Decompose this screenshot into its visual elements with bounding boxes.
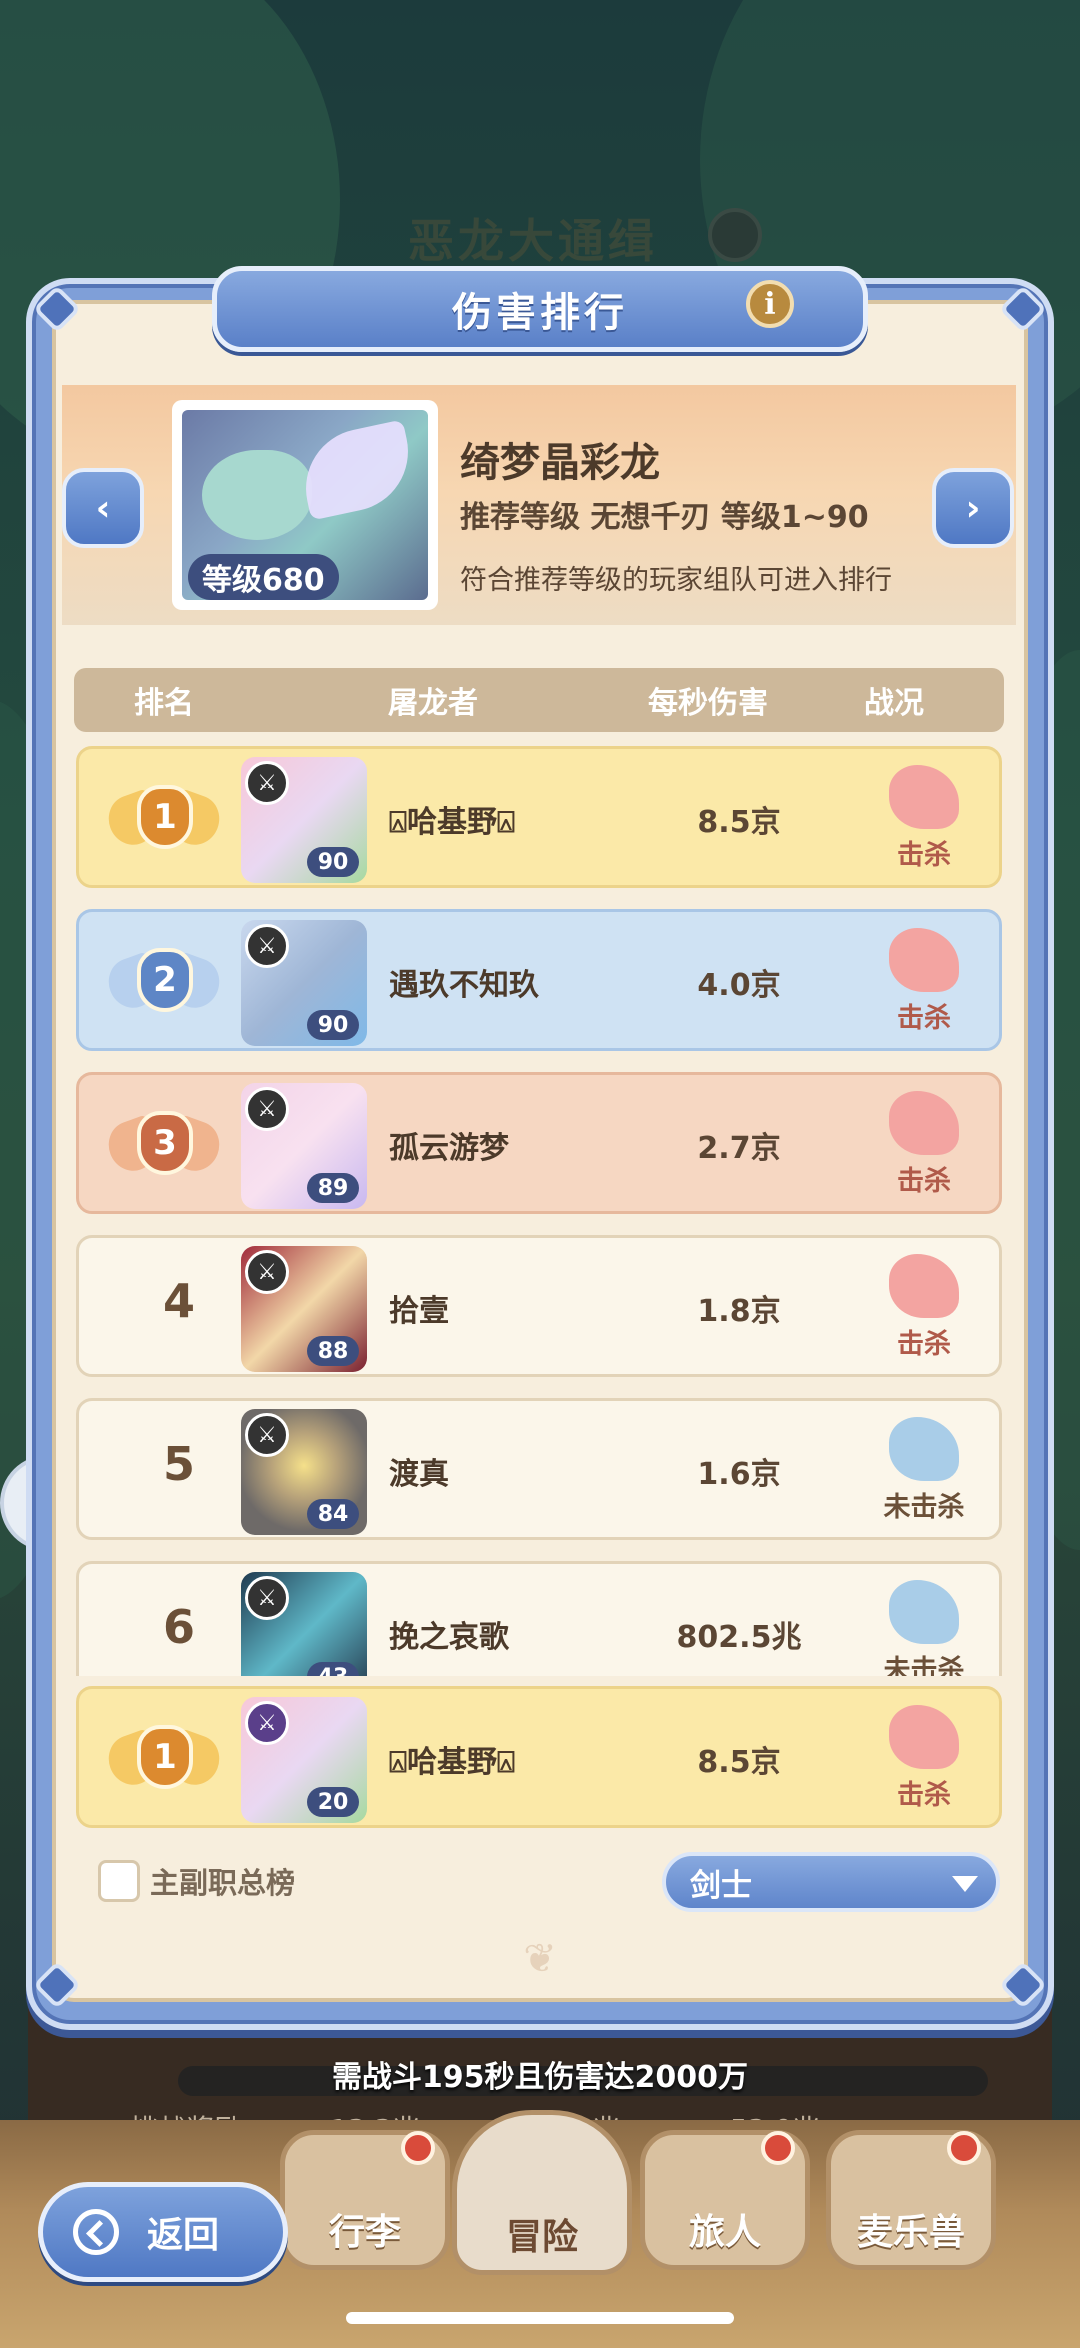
avatar[interactable]: ⚔ 88 [241, 1246, 367, 1372]
player-name: 挽之哀歌 [389, 1620, 509, 1655]
player-level: 20 [307, 1787, 359, 1817]
battle-status: 击杀 [849, 922, 999, 1044]
sword-class-icon: ⚔ [245, 761, 289, 805]
sword-class-icon: ⚔ [245, 1576, 289, 1620]
dragon-slain-icon [889, 1254, 959, 1318]
cat-ornament-icon: ❦ [523, 1936, 557, 1982]
player-name: 拾壹 [389, 1294, 449, 1329]
player-name: 渡真 [389, 1457, 449, 1492]
player-level: 90 [307, 1010, 359, 1040]
dragon-slain-icon [889, 928, 959, 992]
ranking-row[interactable]: 3 ⚔ 89 孤云游梦 2.7京 击杀 [76, 1072, 1002, 1214]
nav-label: 旅人 [688, 2212, 761, 2253]
nav-adventure[interactable]: 冒险 [452, 2110, 632, 2275]
dragon-slain-icon [889, 1091, 959, 1155]
nav-pets[interactable]: 麦乐兽 [826, 2130, 996, 2270]
ranking-row[interactable]: 5 ⚔ 84 渡真 1.6京 未击杀 [76, 1398, 1002, 1540]
avatar[interactable]: ⚔ 90 [241, 920, 367, 1046]
status-label: 击杀 [897, 1003, 951, 1034]
player-level: 90 [307, 847, 359, 877]
avatar[interactable]: ⚔ 90 [241, 757, 367, 883]
back-arrow-icon [73, 2209, 119, 2255]
avatar[interactable]: ⚔ 89 [241, 1083, 367, 1209]
main-sub-class-checkbox[interactable] [98, 1860, 140, 1902]
nav-luggage[interactable]: 行李 [280, 2130, 450, 2270]
class-select-dropdown[interactable]: 剑士 [662, 1852, 1000, 1912]
avatar[interactable]: ⚔ 20 [241, 1697, 367, 1823]
class-select-value: 剑士 [690, 1867, 752, 1904]
sword-class-icon: ⚔ [245, 1413, 289, 1457]
hint-text: 需战斗195秒且伤害达2000万 [331, 2060, 749, 2095]
nav-label: 冒险 [505, 2217, 578, 2258]
sword-class-icon: ⚔ [245, 1701, 289, 1745]
player-level: 43 [307, 1662, 359, 1676]
player-dps: 802.5兆 [676, 1620, 802, 1655]
home-indicator[interactable] [346, 2312, 734, 2324]
ranking-row[interactable]: 2 ⚔ 90 遇玖不知玖 4.0京 击杀 [76, 909, 1002, 1051]
rank-number: 6 [162, 1600, 195, 1654]
status-label: 击杀 [897, 1166, 951, 1197]
player-dps: 8.5京 [697, 805, 781, 840]
ranking-row[interactable]: 1 ⚔ 90 ⍓哈基野⍓ 8.5京 击杀 [76, 746, 1002, 888]
player-dps: 1.6京 [697, 1457, 781, 1492]
nav-travelers[interactable]: 旅人 [640, 2130, 810, 2270]
rank-number: 4 [162, 1274, 195, 1328]
back-label: 返回 [147, 2215, 220, 2256]
sword-class-icon: ⚔ [245, 924, 289, 968]
chevron-down-icon [952, 1876, 978, 1892]
player-dps: 4.0京 [697, 968, 781, 1003]
player-name: ⍓哈基野⍓ [389, 1745, 515, 1780]
bronze-medal-icon: 3 [101, 1095, 227, 1195]
avatar[interactable]: ⚔ 84 [241, 1409, 367, 1535]
status-label: 未击杀 [883, 1655, 965, 1676]
player-level: 84 [307, 1499, 359, 1529]
rank-number: 5 [162, 1437, 195, 1491]
battle-status: 击杀 [849, 1699, 999, 1821]
player-name: 遇玖不知玖 [389, 968, 539, 1003]
ranking-row[interactable]: 4 ⚔ 88 拾壹 1.8京 击杀 [76, 1235, 1002, 1377]
gold-medal-icon: 1 [101, 769, 227, 869]
battle-status: 击杀 [849, 1085, 999, 1207]
nav-label: 麦乐兽 [856, 2212, 965, 2253]
ranking-row[interactable]: 6 ⚔ 43 挽之哀歌 802.5兆 未击杀 [76, 1561, 1002, 1676]
dragon-slain-icon [889, 765, 959, 829]
sword-class-icon: ⚔ [245, 1087, 289, 1131]
battle-status: 未击杀 [849, 1411, 999, 1533]
dragon-slain-icon [889, 1705, 959, 1769]
sword-class-icon: ⚔ [245, 1250, 289, 1294]
dragon-alive-icon [889, 1580, 959, 1644]
player-dps: 1.8京 [697, 1294, 781, 1329]
player-level: 88 [307, 1336, 359, 1366]
player-name: 孤云游梦 [389, 1131, 509, 1166]
nav-label: 行李 [328, 2212, 401, 2253]
gold-medal-icon: 1 [101, 1709, 227, 1809]
player-name: ⍓哈基野⍓ [389, 805, 515, 840]
ranking-list[interactable]: 1 ⚔ 90 ⍓哈基野⍓ 8.5京 击杀 2 ⚔ 90 遇玖不知玖 4.0京 击… [0, 0, 1080, 1676]
status-label: 击杀 [897, 1780, 951, 1811]
silver-medal-icon: 2 [101, 932, 227, 1032]
status-label: 击杀 [897, 1329, 951, 1360]
player-level: 89 [307, 1173, 359, 1203]
back-button[interactable]: 返回 [38, 2182, 288, 2282]
my-ranking-row[interactable]: 1 ⚔ 20 ⍓哈基野⍓ 8.5京 击杀 [76, 1686, 1002, 1828]
battle-status: 击杀 [849, 1248, 999, 1370]
player-dps: 8.5京 [697, 1745, 781, 1780]
player-dps: 2.7京 [697, 1131, 781, 1166]
checkbox-label[interactable]: 主副职总榜 [150, 1860, 295, 1902]
battle-status: 未击杀 [849, 1574, 999, 1676]
status-label: 未击杀 [883, 1492, 965, 1523]
dragon-alive-icon [889, 1417, 959, 1481]
avatar[interactable]: ⚔ 43 [241, 1572, 367, 1676]
status-label: 击杀 [897, 840, 951, 871]
battle-status: 击杀 [849, 759, 999, 881]
